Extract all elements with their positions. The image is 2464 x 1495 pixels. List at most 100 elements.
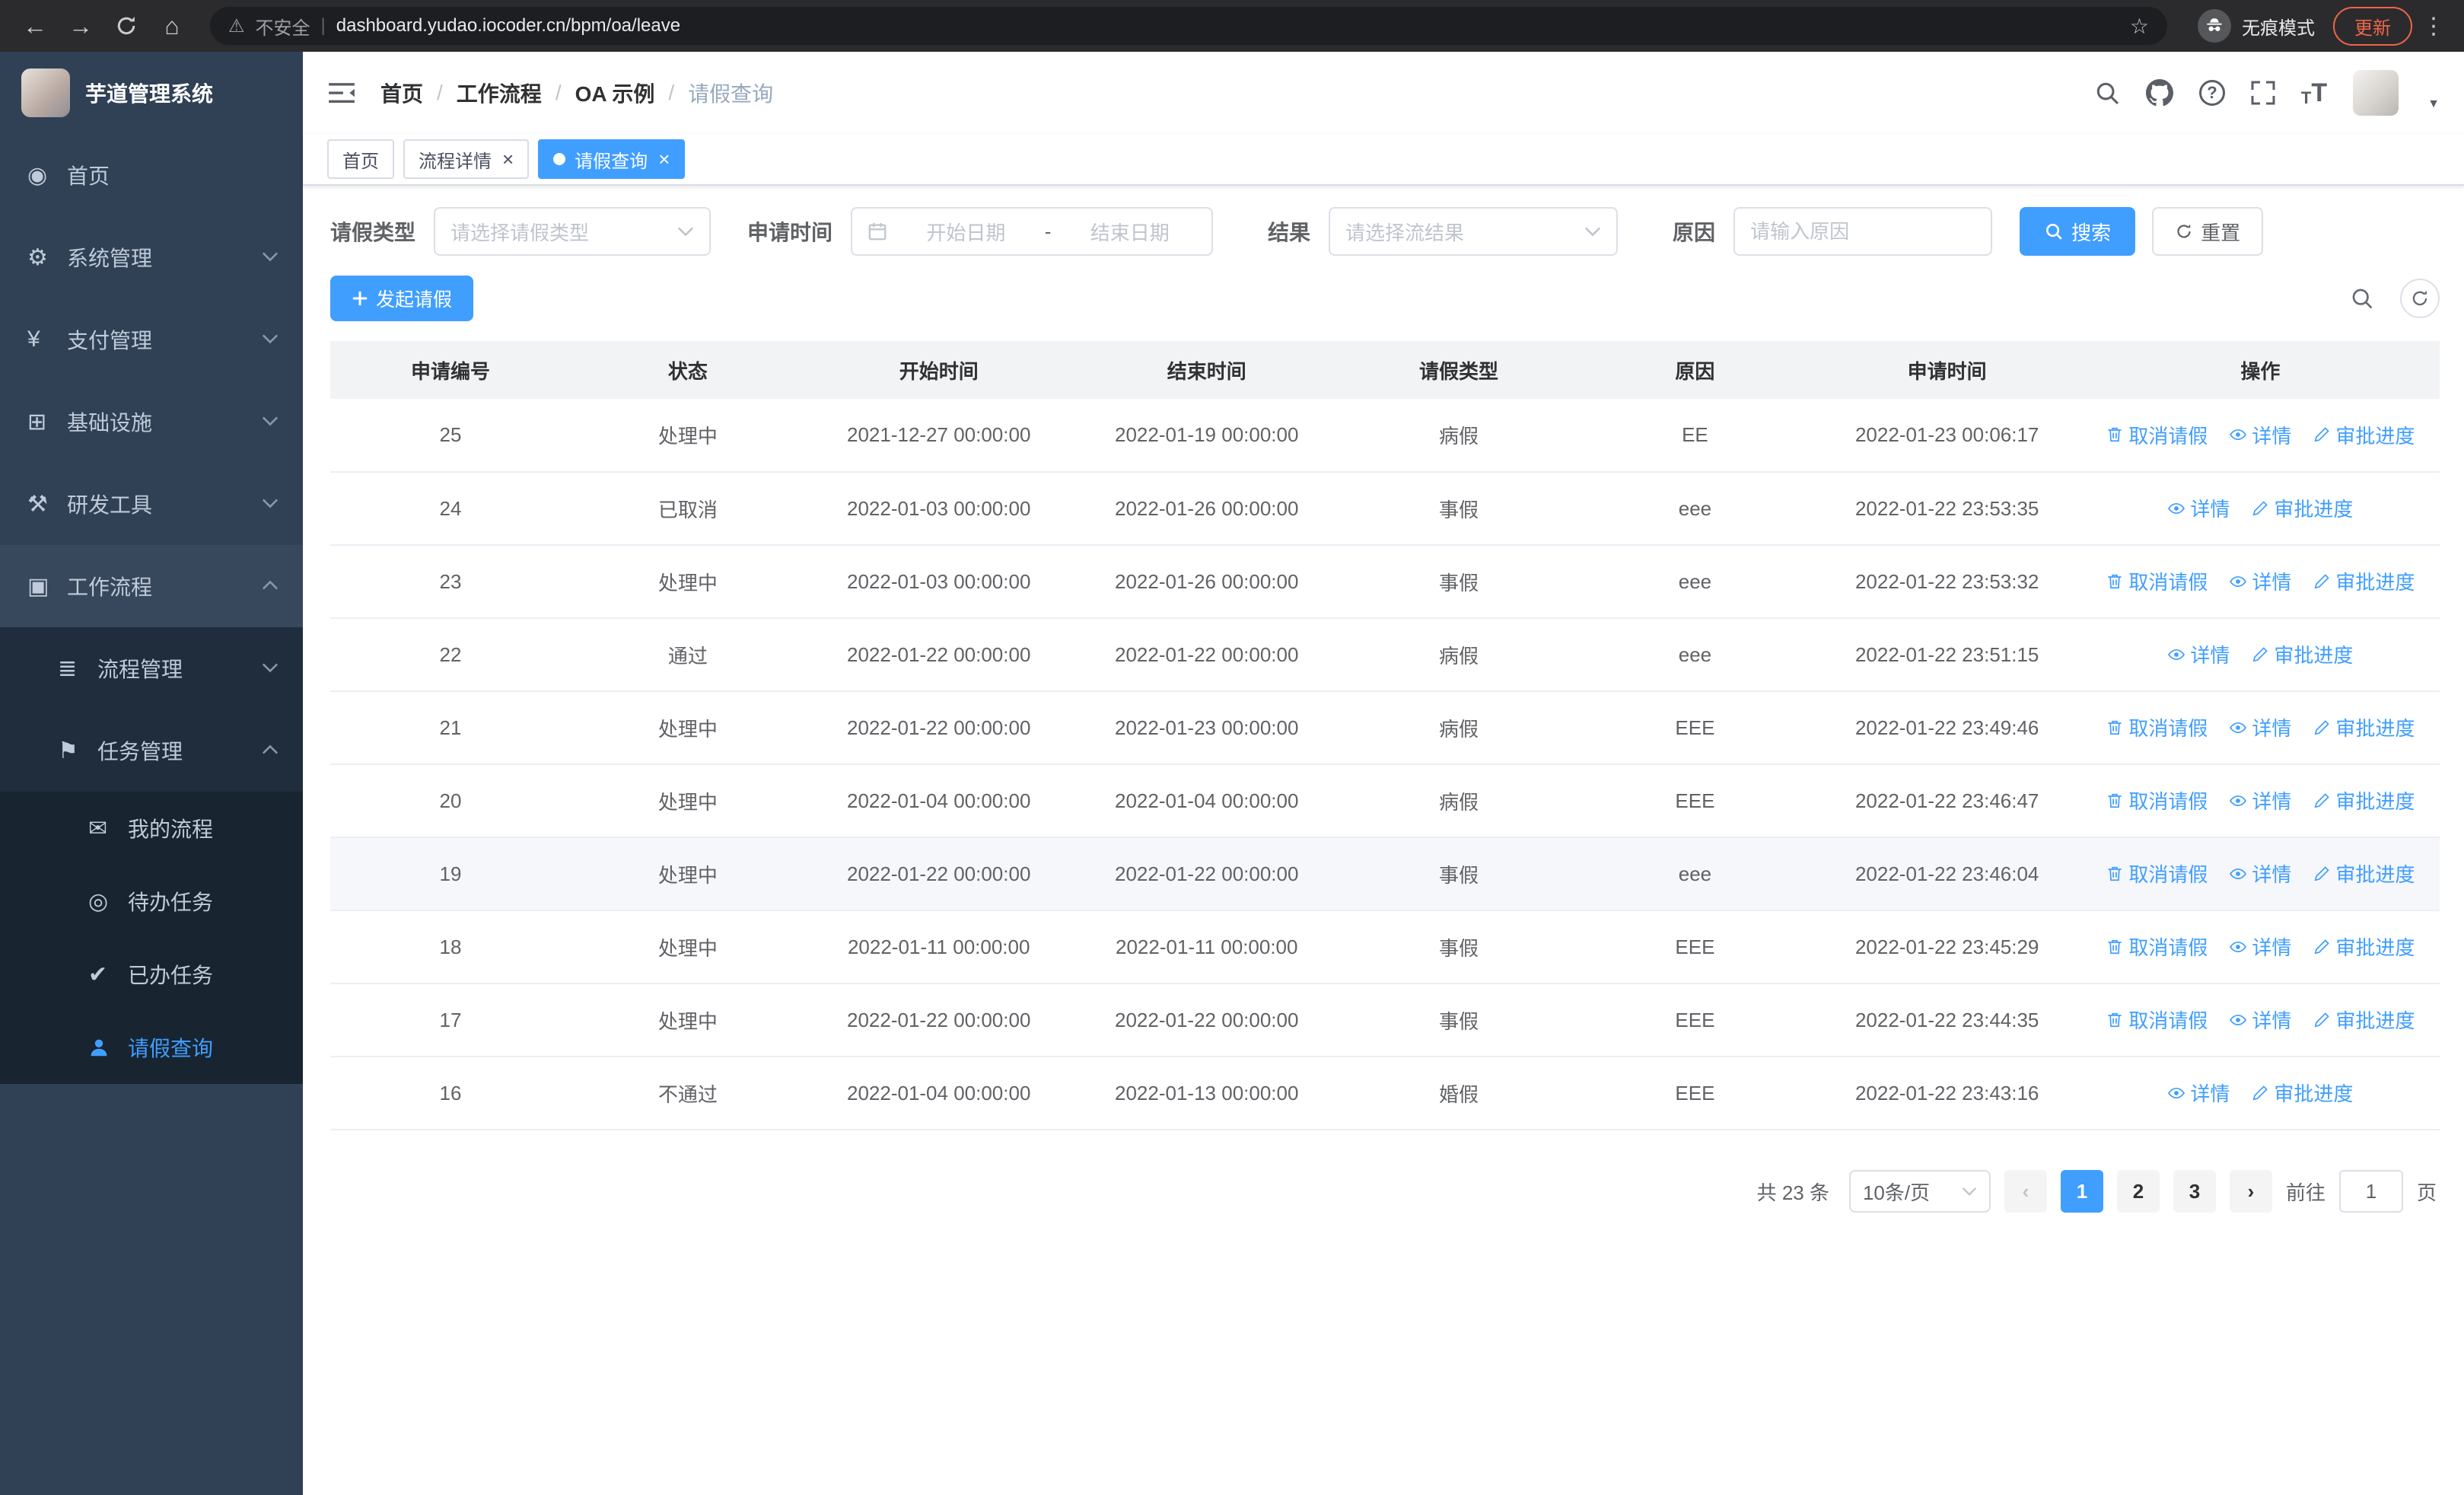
address-bar[interactable]: ⚠ 不安全 | dashboard.yudao.iocoder.cn/bpm/o… bbox=[210, 7, 2167, 45]
avatar-caret-icon[interactable]: ▼ bbox=[2427, 97, 2440, 111]
approval-progress-link[interactable]: 审批进度 bbox=[2313, 713, 2415, 741]
sidebar-item-workflow[interactable]: ▣ 工作流程 bbox=[0, 545, 303, 627]
cell-id: 25 bbox=[330, 399, 571, 473]
cell-end: 2022-01-22 00:00:00 bbox=[1072, 618, 1341, 692]
sidebar-item-my-processes[interactable]: ✉ 我的流程 bbox=[0, 792, 303, 865]
sidebar-item-system[interactable]: ⚙ 系统管理 bbox=[0, 216, 303, 298]
cancel-leave-link[interactable]: 取消请假 bbox=[2106, 932, 2208, 961]
page-button-3[interactable]: 3 bbox=[2173, 1170, 2216, 1213]
page-button-2[interactable]: 2 bbox=[2116, 1170, 2160, 1213]
toggle-search-icon[interactable] bbox=[2342, 279, 2382, 318]
sidebar-item-pending-tasks[interactable]: ◎ 待办任务 bbox=[0, 865, 303, 938]
approval-progress-link[interactable]: 审批进度 bbox=[2251, 1079, 2353, 1107]
column-header: 请假类型 bbox=[1340, 341, 1577, 399]
approval-progress-link[interactable]: 审批进度 bbox=[2313, 786, 2415, 814]
apply-time-range-picker[interactable]: 开始日期 - 结束日期 bbox=[851, 207, 1214, 256]
reload-icon[interactable] bbox=[107, 6, 146, 46]
cancel-leave-link[interactable]: 取消请假 bbox=[2106, 859, 2208, 888]
close-icon[interactable]: × bbox=[658, 149, 670, 169]
approval-progress-link[interactable]: 审批进度 bbox=[2313, 859, 2415, 888]
sidebar-item-task-management[interactable]: ⚑ 任务管理 bbox=[0, 709, 303, 792]
back-icon[interactable]: ← bbox=[15, 6, 55, 46]
github-icon[interactable] bbox=[2145, 79, 2173, 107]
breadcrumb-item-current: 请假查询 bbox=[688, 82, 774, 106]
fullscreen-icon[interactable] bbox=[2251, 81, 2275, 105]
detail-link[interactable]: 详情 bbox=[2229, 786, 2291, 814]
forward-icon[interactable]: → bbox=[61, 6, 100, 46]
reset-button[interactable]: 重置 bbox=[2152, 207, 2264, 256]
goto-page-input[interactable] bbox=[2338, 1170, 2403, 1213]
reason-label: 原因 bbox=[1673, 221, 1716, 244]
action-label: 详情 bbox=[2190, 498, 2230, 521]
action-label: 审批进度 bbox=[2335, 1009, 2415, 1033]
page-size-select[interactable]: 10条/页 bbox=[1848, 1170, 1991, 1213]
approval-progress-link[interactable]: 审批进度 bbox=[2313, 421, 2415, 449]
sidebar-item-home[interactable]: ◉ 首页 bbox=[0, 134, 303, 216]
page-button-1[interactable]: 1 bbox=[2060, 1170, 2103, 1213]
close-icon[interactable]: × bbox=[502, 149, 514, 169]
sidebar-item-leave-query[interactable]: 请假查询 bbox=[0, 1011, 303, 1084]
approval-progress-link[interactable]: 审批进度 bbox=[2313, 932, 2415, 961]
cancel-leave-link[interactable]: 取消请假 bbox=[2106, 713, 2208, 741]
search-button[interactable]: 搜索 bbox=[2020, 207, 2136, 256]
detail-link[interactable]: 详情 bbox=[2229, 567, 2291, 595]
detail-link[interactable]: 详情 bbox=[2229, 713, 2291, 741]
next-page-button[interactable]: › bbox=[2229, 1170, 2272, 1213]
detail-link[interactable]: 详情 bbox=[2229, 859, 2291, 888]
action-label: 详情 bbox=[2252, 571, 2292, 594]
approval-progress-link[interactable]: 审批进度 bbox=[2313, 567, 2415, 595]
tab-process-detail[interactable]: 流程详情 × bbox=[403, 139, 530, 179]
leave-type-select[interactable]: 请选择请假类型 bbox=[434, 207, 712, 256]
breadcrumb-item[interactable]: OA 示例 bbox=[575, 78, 655, 108]
infrastructure-icon: ⊞ bbox=[27, 409, 47, 435]
tab-home[interactable]: 首页 bbox=[327, 139, 394, 179]
refresh-table-icon[interactable] bbox=[2400, 279, 2440, 318]
approval-progress-link[interactable]: 审批进度 bbox=[2251, 640, 2353, 668]
chevron-down-icon bbox=[262, 333, 279, 344]
action-label: 详情 bbox=[2252, 790, 2292, 814]
cell-applied: 2022-01-22 23:51:15 bbox=[1813, 618, 2081, 692]
page-unit-label: 页 bbox=[2416, 1181, 2437, 1204]
sidebar-item-devtools[interactable]: ⚒ 研发工具 bbox=[0, 463, 303, 545]
detail-link[interactable]: 详情 bbox=[2167, 494, 2230, 522]
action-label: 审批进度 bbox=[2274, 644, 2354, 668]
create-leave-button[interactable]: 发起请假 bbox=[330, 276, 474, 321]
home-icon[interactable]: ⌂ bbox=[152, 6, 192, 46]
reason-input[interactable] bbox=[1750, 219, 1976, 244]
prev-page-button[interactable]: ‹ bbox=[2004, 1170, 2047, 1213]
sidebar-item-infrastructure[interactable]: ⊞ 基础设施 bbox=[0, 381, 303, 463]
detail-link[interactable]: 详情 bbox=[2229, 421, 2291, 449]
detail-link[interactable]: 详情 bbox=[2167, 1079, 2230, 1107]
yen-icon: ¥ bbox=[27, 327, 40, 352]
approval-progress-link[interactable]: 审批进度 bbox=[2251, 494, 2353, 522]
cell-end: 2022-01-13 00:00:00 bbox=[1072, 1057, 1341, 1130]
user-avatar[interactable] bbox=[2353, 70, 2399, 116]
cell-actions: 取消请假 详情 审批进度 bbox=[2080, 399, 2440, 473]
detail-link[interactable]: 详情 bbox=[2229, 1006, 2291, 1034]
incognito-icon bbox=[2198, 9, 2231, 43]
sidebar-item-payment[interactable]: ¥ 支付管理 bbox=[0, 298, 303, 381]
bookmark-star-icon[interactable]: ☆ bbox=[2130, 14, 2149, 39]
browser-update-button[interactable]: 更新 bbox=[2333, 6, 2412, 46]
sidebar-collapse-icon[interactable] bbox=[327, 81, 356, 104]
help-icon[interactable] bbox=[2198, 80, 2225, 106]
search-icon[interactable] bbox=[2094, 80, 2120, 106]
approval-progress-link[interactable]: 审批进度 bbox=[2313, 1006, 2415, 1034]
detail-link[interactable]: 详情 bbox=[2167, 640, 2230, 668]
cancel-leave-link[interactable]: 取消请假 bbox=[2106, 786, 2208, 814]
breadcrumb-item[interactable]: 首页 bbox=[380, 78, 423, 108]
sidebar-item-process-management[interactable]: ≣ 流程管理 bbox=[0, 627, 303, 709]
tab-leave-query[interactable]: 请假查询 × bbox=[538, 139, 686, 179]
font-size-icon[interactable] bbox=[2301, 78, 2327, 108]
detail-link[interactable]: 详情 bbox=[2229, 932, 2291, 961]
cancel-leave-link[interactable]: 取消请假 bbox=[2106, 421, 2208, 449]
cancel-leave-link[interactable]: 取消请假 bbox=[2106, 567, 2208, 595]
tags-view-bar: 首页 流程详情 × 请假查询 × bbox=[303, 134, 2464, 186]
cancel-leave-link[interactable]: 取消请假 bbox=[2106, 1006, 2208, 1034]
breadcrumb-item[interactable]: 工作流程 bbox=[457, 78, 542, 108]
cell-applied: 2022-01-22 23:46:47 bbox=[1813, 764, 2081, 838]
sidebar-item-done-tasks[interactable]: ✔ 已办任务 bbox=[0, 938, 303, 1011]
browser-menu-icon[interactable]: ⋮ bbox=[2418, 13, 2449, 40]
result-select[interactable]: 请选择流结果 bbox=[1329, 207, 1619, 256]
url-text[interactable]: dashboard.yudao.iocoder.cn/bpm/oa/leave bbox=[336, 15, 2119, 37]
